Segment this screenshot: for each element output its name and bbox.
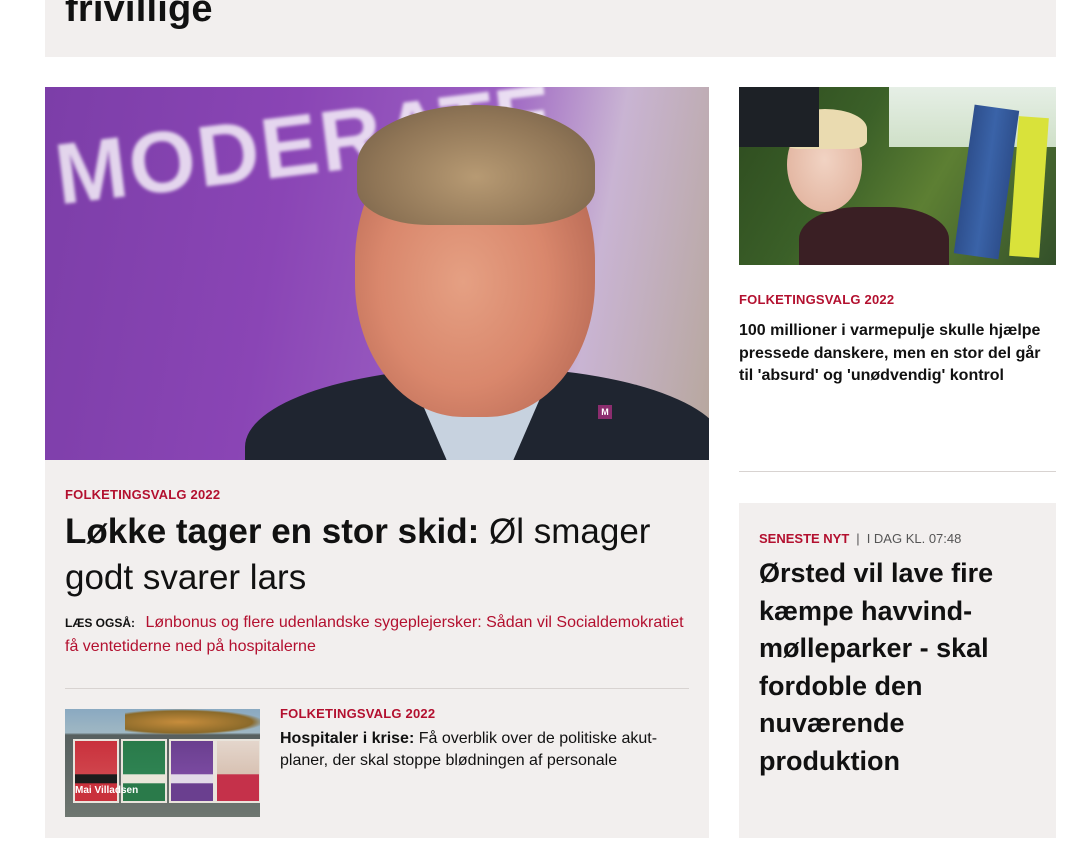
- election-poster: [169, 739, 215, 803]
- main-article-kicker[interactable]: FOLKETINGSVALG 2022: [65, 487, 220, 502]
- thumb-trees: [125, 709, 260, 735]
- image-person-body: [799, 207, 949, 265]
- image-hair: [357, 105, 595, 225]
- divider: [65, 688, 689, 689]
- latest-news-headline[interactable]: Ørsted vil lave fire kæmpe havvind-mølle…: [759, 555, 1049, 780]
- sub-headline-strong: Hospitaler i krise:: [280, 730, 415, 747]
- latest-news-meta: SENESTE NYT | I DAG KL. 07:48: [759, 531, 961, 546]
- latest-news-time: I DAG KL. 07:48: [866, 531, 962, 546]
- main-article-card: MODERATE M FOLKETINGSVALG 2022 Løkke tag…: [45, 87, 709, 838]
- image-sleeve: [739, 87, 819, 147]
- image-lapel-pin: M: [598, 405, 612, 419]
- meta-separator: |: [856, 531, 860, 546]
- previous-article-card[interactable]: frivillige: [45, 0, 1056, 57]
- poster-name-text: Mai Villadsen: [75, 785, 139, 796]
- side-article-kicker[interactable]: FOLKETINGSVALG 2022: [739, 292, 894, 307]
- sub-article-kicker[interactable]: FOLKETINGSVALG 2022: [280, 706, 435, 721]
- side-article-headline[interactable]: 100 millioner i varmepulje skulle hjælpe…: [739, 320, 1054, 388]
- side-article-image[interactable]: [739, 87, 1056, 265]
- latest-news-card[interactable]: SENESTE NYT | I DAG KL. 07:48 Ørsted vil l…: [739, 503, 1056, 838]
- previous-article-title[interactable]: frivillige: [65, 0, 213, 31]
- sub-article-headline[interactable]: Hospitaler i krise: Få overblik over de …: [280, 728, 695, 772]
- read-also: LÆS OGSÅ: Lønbonus og flere udenlandske …: [65, 611, 685, 659]
- divider: [739, 471, 1056, 472]
- read-also-link[interactable]: Lønbonus og flere udenlandske sygeplejer…: [65, 614, 684, 655]
- read-also-label: LÆS OGSÅ:: [65, 616, 136, 630]
- election-poster: [215, 739, 260, 803]
- latest-news-label: SENESTE NYT: [759, 531, 850, 546]
- main-article-image[interactable]: MODERATE M: [45, 87, 709, 460]
- headline-strong-part: Løkke tager en stor skid:: [65, 512, 480, 551]
- main-article-headline[interactable]: Løkke tager en stor skid: Øl smager godt…: [65, 509, 695, 601]
- sub-article-thumbnail[interactable]: Mai Villadsen: [65, 709, 260, 817]
